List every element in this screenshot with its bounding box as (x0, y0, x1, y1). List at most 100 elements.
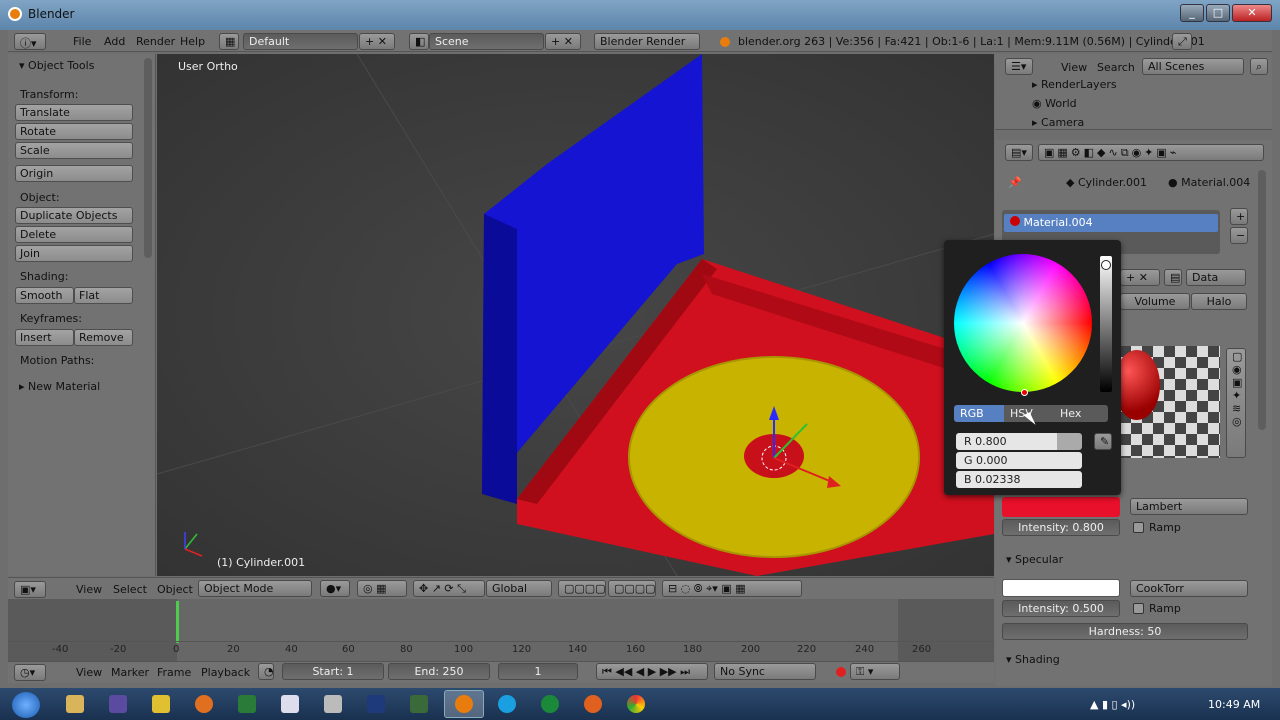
duplicate-objects-button[interactable]: Duplicate Objects (15, 207, 133, 224)
explorer-icon[interactable] (66, 695, 84, 713)
viewport-shading-icon[interactable]: ●▾ (320, 580, 350, 597)
notepad-icon[interactable] (281, 695, 299, 713)
minimize-button[interactable]: _ (1180, 4, 1204, 22)
slot-remove-button[interactable]: − (1230, 227, 1248, 244)
wordpress-icon[interactable] (541, 695, 559, 713)
new-material-header[interactable]: ▸ New Material (19, 380, 100, 393)
orientation-select[interactable]: Global (486, 580, 552, 597)
scene-field[interactable]: Scene (429, 33, 544, 50)
tab-volume[interactable]: Volume (1120, 293, 1190, 310)
visual-studio-icon[interactable] (109, 695, 127, 713)
editor-type-info-icon[interactable]: ⓘ▾ (14, 33, 46, 50)
preview-range-icon[interactable]: ◔ (258, 663, 274, 680)
material-add-remove-button[interactable]: + ✕ (1120, 269, 1160, 286)
timeline[interactable] (8, 599, 994, 661)
origin-button[interactable]: Origin (15, 165, 133, 182)
editor-type-outliner-icon[interactable]: ☰▾ (1005, 58, 1033, 75)
playback-controls[interactable]: ⏮ ◀◀ ◀ ▶ ▶▶ ⏭ (596, 663, 708, 680)
outliner-menu-search[interactable]: Search (1097, 61, 1135, 74)
value-slider[interactable] (1100, 256, 1112, 392)
preview-type-icons[interactable]: ▢ ◉ ▣ ✦ ≋ ◎ (1226, 348, 1246, 458)
outliner-item-camera[interactable]: ▸ Camera (1032, 116, 1084, 126)
delete-button[interactable]: Delete (15, 226, 133, 243)
current-frame-marker[interactable] (176, 601, 179, 643)
specular-intensity-slider[interactable]: Intensity: 0.500 (1002, 600, 1120, 617)
media-icon[interactable] (152, 695, 170, 713)
mode-rgb-tab[interactable]: RGB (954, 405, 1004, 422)
menu-render[interactable]: Render (136, 35, 175, 48)
skype-icon[interactable] (498, 695, 516, 713)
specular-panel-header[interactable]: ▾ Specular (1006, 553, 1063, 566)
menu-file[interactable]: File (73, 35, 91, 48)
flat-button[interactable]: Flat (74, 287, 133, 304)
layers-grid-2[interactable]: ▢▢▢▢▢ (608, 580, 656, 597)
scale-button[interactable]: Scale (15, 142, 133, 159)
manipulator-icons[interactable]: ✥ ↗ ⟳ ⤡ (413, 580, 485, 597)
diffuse-intensity-slider[interactable]: Intensity: 0.800 (1002, 519, 1120, 536)
maximize-button[interactable]: □ (1206, 4, 1230, 22)
menu-add[interactable]: Add (104, 35, 125, 48)
color-wheel[interactable] (954, 254, 1092, 392)
translate-button[interactable]: Translate (15, 104, 133, 121)
scene-icon[interactable]: ◧ (409, 33, 429, 50)
screen-layout-icon[interactable]: ▦ (219, 33, 239, 50)
sync-select[interactable]: No Sync (714, 663, 816, 680)
specular-ramp-checkbox[interactable] (1133, 603, 1144, 614)
material-slot-item[interactable]: Material.004 (1004, 214, 1218, 232)
start-frame-field[interactable]: Start: 1 (282, 663, 384, 680)
browser-icon[interactable] (195, 695, 213, 713)
render-engine-select[interactable]: Blender Render (594, 33, 700, 50)
snap-render-icons[interactable]: ⊟ ◌ ⦾ ⌖▾ ▣ ▦ (662, 580, 802, 597)
tool-icon[interactable] (324, 695, 342, 713)
color-wheel-cursor[interactable] (1021, 389, 1028, 396)
photoshop-icon[interactable] (367, 695, 385, 713)
rotate-button[interactable]: Rotate (15, 123, 133, 140)
pivot-icon[interactable]: ◎ ▦ (357, 580, 407, 597)
screen-layout-field[interactable]: Default (243, 33, 358, 50)
fullscreen-icon[interactable]: ⤢ (1172, 33, 1192, 50)
clock[interactable]: 10:49 AM (1208, 698, 1260, 711)
breadcrumb-object[interactable]: ◆ Cylinder.001 (1066, 176, 1147, 189)
editor-type-timeline-icon[interactable]: ◷▾ (14, 664, 46, 681)
data-link-select[interactable]: Data (1186, 269, 1246, 286)
properties-context-tabs[interactable]: ▣▦⚙◧◆∿⧉◉✦▣⌁ (1038, 144, 1264, 161)
mode-select[interactable]: Object Mode (198, 580, 312, 597)
object-tools-header[interactable]: ▾ Object Tools (19, 59, 94, 72)
menu-select[interactable]: Select (113, 583, 147, 596)
specular-shader-select[interactable]: CookTorr (1130, 580, 1248, 597)
shading-panel-header[interactable]: ▾ Shading (1006, 653, 1060, 666)
blue-channel-slider[interactable]: B 0.02338 (956, 471, 1082, 488)
menu-view[interactable]: View (76, 583, 102, 596)
scene-add-remove-button[interactable]: + ✕ (545, 33, 581, 50)
current-frame-field[interactable]: 1 (498, 663, 578, 680)
tray-icons[interactable]: ▲ ▮ ▯ ◂)) (1090, 698, 1135, 711)
outliner-item-renderlayers[interactable]: ▸ RenderLayers (1032, 78, 1117, 91)
smooth-button[interactable]: Smooth (15, 287, 74, 304)
slot-add-button[interactable]: + (1230, 208, 1248, 225)
editor-type-properties-icon[interactable]: ▤▾ (1005, 144, 1033, 161)
green-channel-slider[interactable]: G 0.000 (956, 452, 1082, 469)
tab-halo[interactable]: Halo (1191, 293, 1247, 310)
editor-type-3d-icon[interactable]: ▣▾ (14, 581, 46, 598)
timeline-menu-playback[interactable]: Playback (201, 666, 250, 679)
record-icon[interactable] (836, 667, 846, 677)
start-button[interactable] (12, 692, 40, 718)
chrome-icon[interactable] (627, 695, 645, 713)
menu-object[interactable]: Object (157, 583, 193, 596)
timeline-menu-view[interactable]: View (76, 666, 102, 679)
mode-hex-tab[interactable]: Hex (1054, 405, 1108, 422)
pin-icon[interactable]: 📌 (1008, 176, 1022, 189)
firefox-icon[interactable] (584, 695, 602, 713)
diffuse-color-swatch[interactable] (1002, 497, 1120, 517)
insert-keyframe-button[interactable]: Insert (15, 329, 74, 346)
timeline-menu-frame[interactable]: Frame (157, 666, 191, 679)
close-button[interactable]: ✕ (1232, 4, 1272, 22)
3d-viewport[interactable] (157, 54, 994, 576)
specular-color-swatch[interactable] (1002, 579, 1120, 597)
app-icon[interactable] (238, 695, 256, 713)
outliner-search-icon[interactable]: ⌕ (1250, 58, 1268, 75)
properties-scrollbar[interactable] (1258, 170, 1266, 430)
remove-keyframe-button[interactable]: Remove (74, 329, 133, 346)
hardness-field[interactable]: Hardness: 50 (1002, 623, 1248, 640)
outliner-filter-select[interactable]: All Scenes (1142, 58, 1244, 75)
